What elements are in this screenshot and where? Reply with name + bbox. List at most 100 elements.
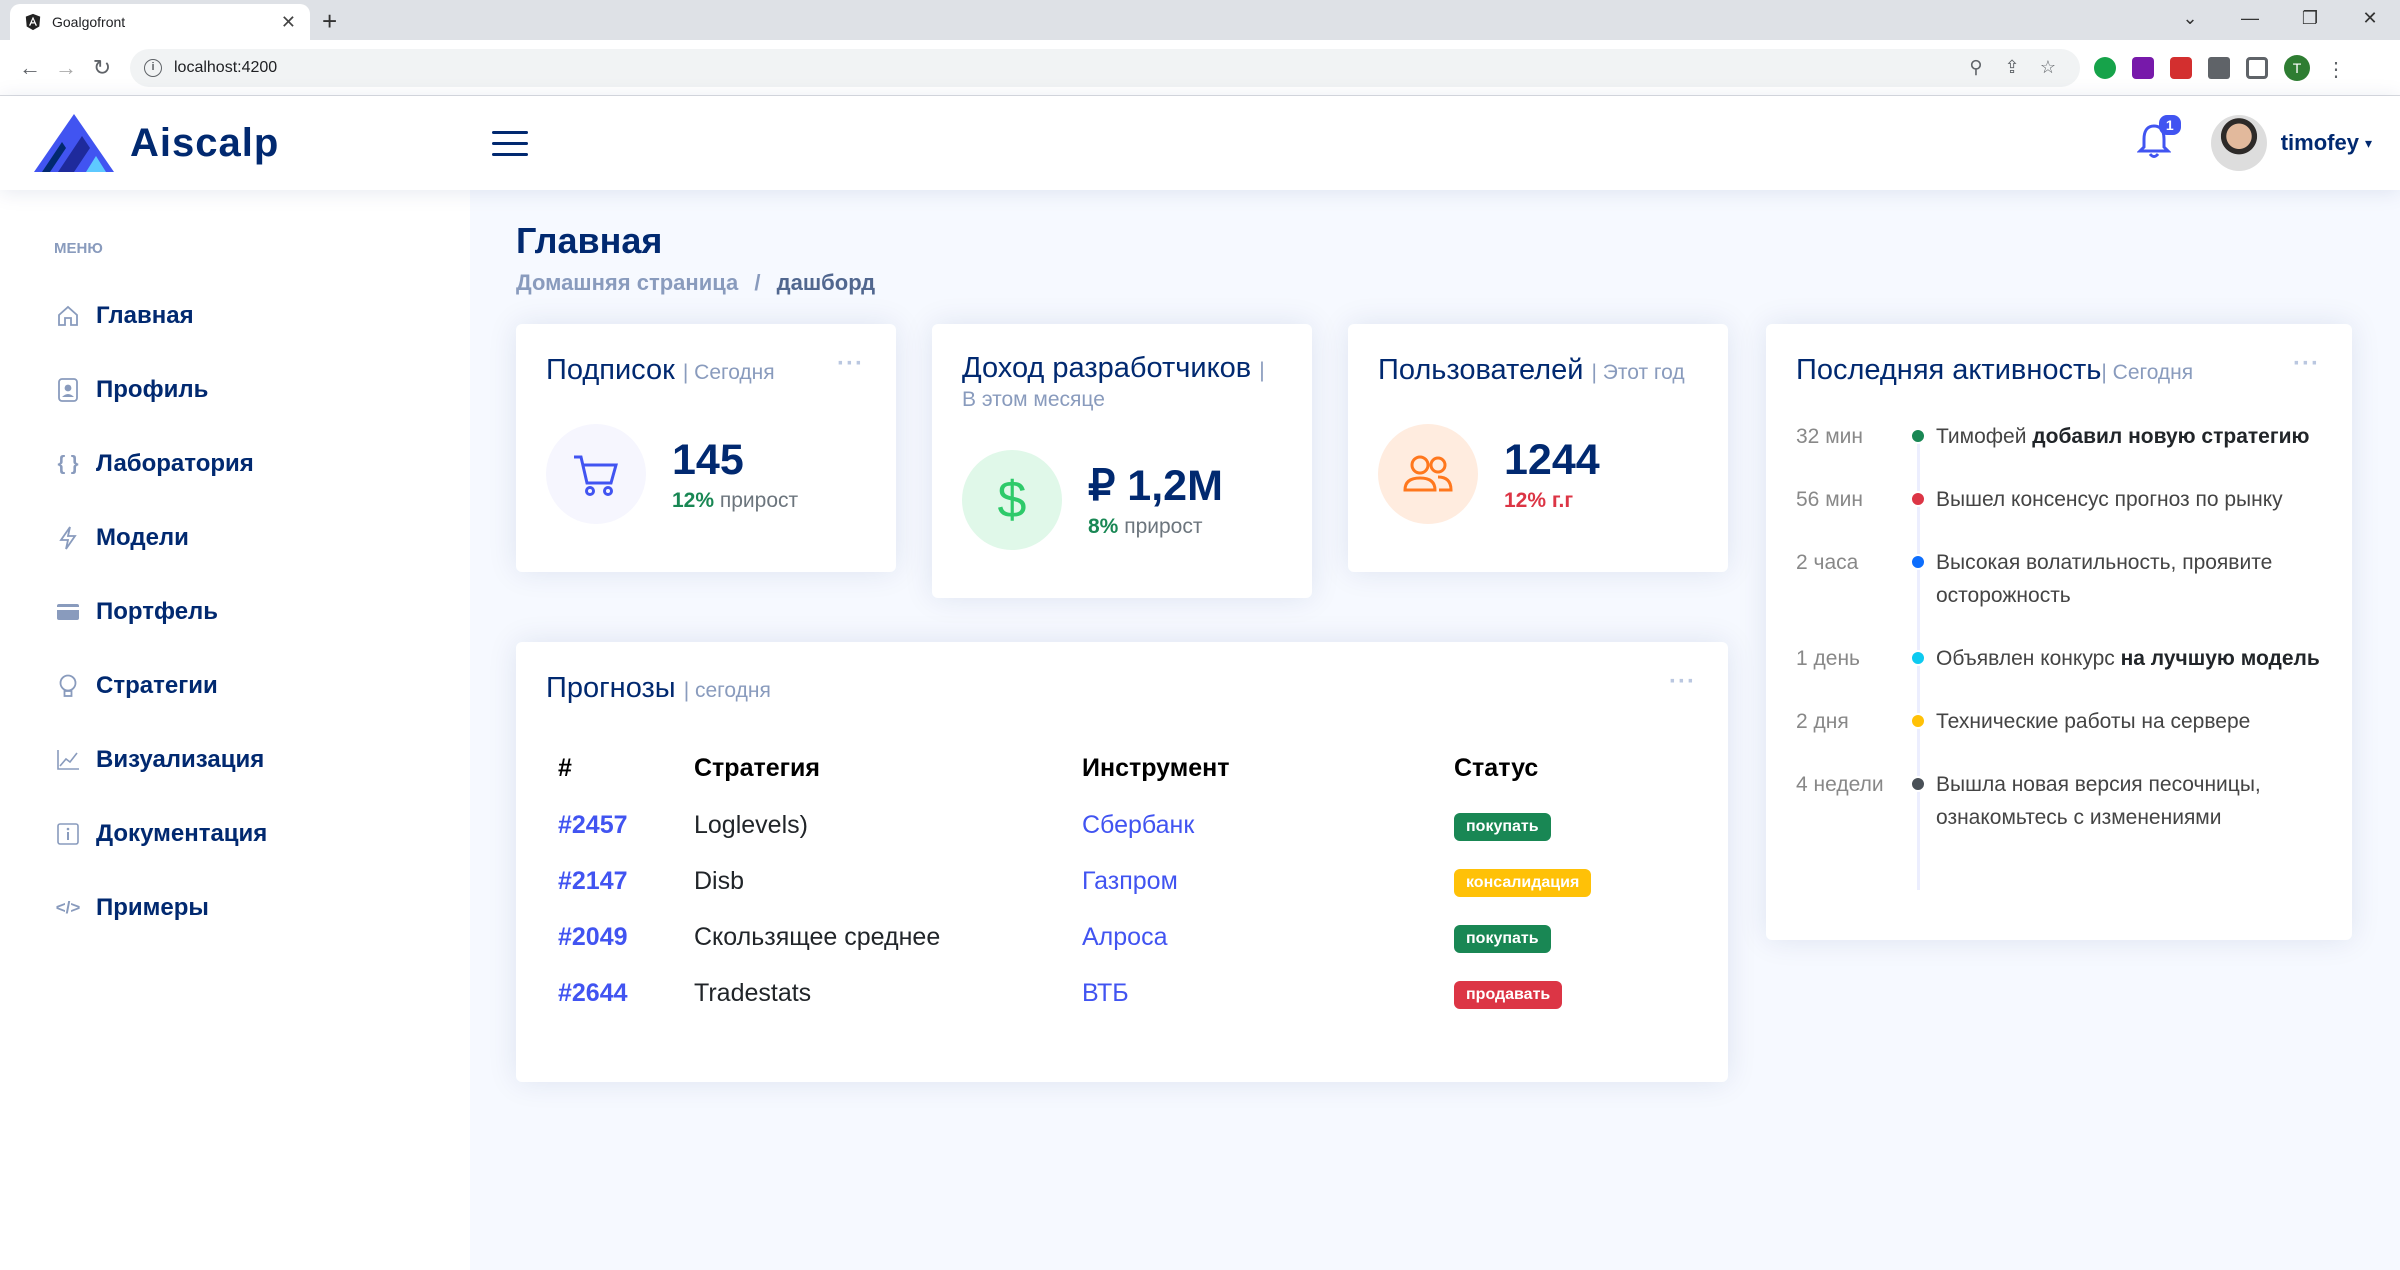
instrument-link[interactable]: Газпром	[1082, 867, 1178, 895]
sidebar-item-docs[interactable]: Документация	[54, 797, 470, 871]
activity-dot	[1910, 554, 1926, 570]
user-avatar[interactable]	[2210, 115, 2267, 171]
back-icon[interactable]: ←	[12, 55, 48, 81]
share-icon[interactable]: ⇪	[1994, 57, 2030, 78]
instrument-link[interactable]: Сбербанк	[1082, 811, 1194, 839]
card-options-icon[interactable]: ···	[1669, 668, 1696, 696]
table-row: #2457 Loglevels) Сбербанк покупать	[558, 797, 1698, 853]
puzzle-icon[interactable]	[2208, 56, 2230, 79]
forecast-id-link[interactable]: #2049	[558, 923, 628, 951]
users-card: Пользователей | Этот год 1244 12% г.г	[1348, 324, 1728, 572]
activity-text: Тимофей добавил новую стратегию	[1936, 420, 2336, 453]
status-badge: продавать	[1454, 981, 1563, 1009]
breadcrumb-home-link[interactable]: Домашняя страница	[516, 270, 738, 295]
activity-item: 32 мин Тимофей добавил новую стратегию	[1796, 420, 2336, 453]
activity-time: 2 дня	[1796, 710, 1849, 733]
activity-text-bold: на лучшую модель	[2120, 647, 2320, 670]
card-options-icon[interactable]: ···	[2293, 350, 2320, 378]
kpi-percent-label: прирост	[1124, 515, 1203, 538]
zoom-icon[interactable]: ⚲	[1958, 57, 1994, 78]
kpi-percent: 8%	[1088, 515, 1119, 538]
activity-list: 32 мин Тимофей добавил новую стратегию 5…	[1796, 420, 2336, 890]
sidebar-item-label: Главная	[96, 302, 194, 329]
close-window-icon[interactable]: ✕	[2340, 0, 2400, 40]
activity-card: ··· Последняя активность| Сегодня 32 мин…	[1766, 324, 2352, 940]
red-extension-icon[interactable]	[2170, 56, 2192, 79]
table-row: #2644 Tradestats ВТБ продавать	[558, 965, 1698, 1021]
column-header: Стратегия	[694, 754, 820, 782]
sidebar-item-label: Примеры	[96, 894, 209, 921]
sidebar-item-home[interactable]: Главная	[54, 279, 470, 353]
notifications-button[interactable]: 1	[2136, 114, 2181, 164]
forecasts-table: # Стратегия Инструмент Статус #2457 Logl…	[558, 754, 1698, 1021]
browser-tab[interactable]: Goalgofront ✕	[10, 4, 310, 40]
forecast-id-link[interactable]: #2457	[558, 811, 628, 839]
card-filter-label: | Сегодня	[682, 361, 775, 384]
sidebar-item-lab[interactable]: { } Лаборатория	[54, 427, 470, 501]
sidebar-item-strategies[interactable]: Стратегии	[54, 649, 470, 723]
forward-icon[interactable]: →	[48, 55, 84, 81]
column-header: Статус	[1454, 754, 1539, 782]
breadcrumb-separator: /	[754, 270, 761, 295]
breadcrumb: Домашняя страница / дашборд	[516, 270, 875, 296]
card-filter-label: | сегодня	[683, 679, 771, 702]
new-tab-icon[interactable]: +	[322, 6, 337, 37]
sidebar-item-portfolio[interactable]: Портфель	[54, 575, 470, 649]
instrument-link[interactable]: Алроса	[1082, 923, 1167, 951]
code-slash-icon: </>	[55, 898, 81, 917]
card-filter-label: | Этот год	[1591, 361, 1685, 384]
revenue-card: ··· Доход разработчиков | В этом месяце …	[932, 324, 1312, 598]
kpi-percent: 12%	[672, 488, 715, 512]
sidebar-item-visualization[interactable]: Визуализация	[54, 723, 470, 797]
sidebar-item-examples[interactable]: </> Примеры	[54, 871, 470, 945]
forecast-id-link[interactable]: #2147	[558, 867, 628, 895]
kpi-value: 145	[672, 435, 744, 484]
main-content: Главная Домашняя страница / дашборд ··· …	[470, 190, 2400, 1270]
activity-dot	[1910, 650, 1926, 666]
minimize-icon[interactable]: —	[2220, 0, 2280, 40]
kpi-value: ₽ 1,2M	[1088, 462, 1223, 510]
card-options-icon[interactable]: ···	[837, 350, 864, 378]
menu-toggle-icon[interactable]	[492, 123, 528, 164]
cart-icon	[546, 424, 646, 524]
angular-favicon-icon	[25, 13, 41, 31]
status-badge: покупать	[1454, 813, 1551, 841]
url-text: localhost:4200	[174, 58, 278, 76]
forecast-id-link[interactable]: #2644	[558, 979, 628, 1007]
address-bar[interactable]: i localhost:4200 ⚲ ⇪ ☆	[130, 48, 2080, 87]
activity-text: Высокая волатильность, проявите осторожн…	[1936, 551, 2273, 607]
bookmark-star-icon[interactable]: ☆	[2030, 57, 2066, 78]
graph-up-icon	[54, 746, 82, 774]
notification-badge: 1	[2158, 114, 2181, 135]
onenote-extension-icon[interactable]	[2132, 56, 2154, 79]
sidebar-item-label: Профиль	[96, 376, 209, 403]
profile-avatar[interactable]: T	[2284, 54, 2310, 81]
activity-time: 4 недели	[1796, 773, 1884, 796]
site-info-icon[interactable]: i	[144, 58, 162, 77]
activity-item: 4 недели Вышла новая версия песочницы, о…	[1796, 768, 2336, 834]
logo[interactable]: Aiscalp	[32, 112, 452, 174]
house-icon	[54, 302, 82, 330]
chevron-down-icon[interactable]: ⌄	[2160, 0, 2220, 40]
forecasts-card: ··· Прогнозы | сегодня # Стратегия Инстр…	[516, 642, 1728, 1082]
table-row: #2049 Скользящее среднее Алроса покупать	[558, 909, 1698, 965]
dollar-icon: $	[962, 450, 1062, 550]
restore-icon[interactable]: ❐	[2280, 0, 2340, 40]
green-extension-icon[interactable]	[2094, 56, 2116, 79]
browser-menu-icon[interactable]: ⋮	[2326, 57, 2346, 81]
activity-dot	[1910, 776, 1926, 792]
strategy-cell: Tradestats	[694, 978, 812, 1007]
sidebar-item-profile[interactable]: Профиль	[54, 353, 470, 427]
instrument-link[interactable]: ВТБ	[1082, 979, 1129, 1007]
column-header: #	[558, 754, 572, 782]
caret-down-icon[interactable]: ▾	[2365, 135, 2372, 152]
sidebar-item-models[interactable]: Модели	[54, 501, 470, 575]
lightbulb-icon	[54, 672, 82, 700]
user-menu-name[interactable]: timofey	[2281, 130, 2359, 156]
info-square-icon	[54, 820, 82, 848]
close-tab-icon[interactable]: ✕	[281, 12, 296, 33]
reload-icon[interactable]: ↻	[84, 55, 120, 81]
activity-text-plain: Тимофей	[1936, 425, 2033, 448]
browser-toolbar: ← → ↻ i localhost:4200 ⚲ ⇪ ☆ T ⋮	[0, 40, 2400, 96]
side-panel-icon[interactable]	[2246, 56, 2268, 79]
